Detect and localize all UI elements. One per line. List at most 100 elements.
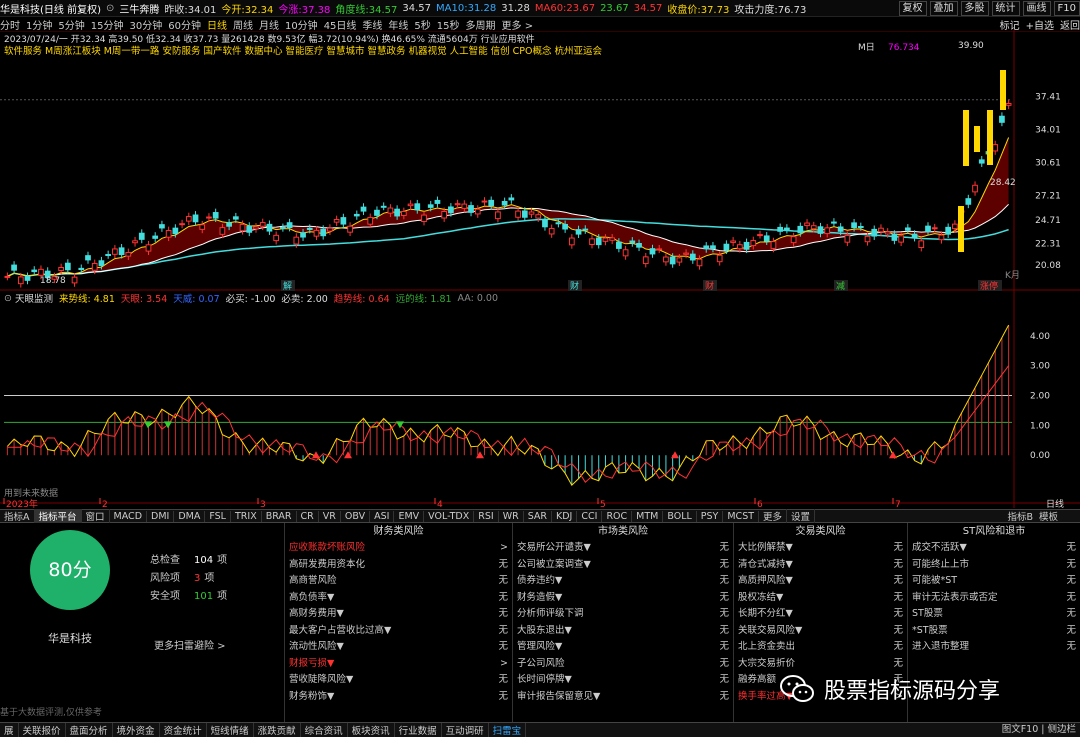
candle-body <box>898 235 904 243</box>
risk-item[interactable]: 公司被立案调查▼ 无 <box>513 557 733 574</box>
risk-item[interactable]: 财务粉饰▼ 无 <box>285 689 512 706</box>
status-tab-2[interactable]: 盘面分析 <box>66 723 113 737</box>
risk-item[interactable]: 子公司风险 无 <box>513 656 733 673</box>
indicator-tab-13[interactable]: EMV <box>394 510 425 522</box>
status-tab-11[interactable]: 扫雷宝 <box>489 723 527 737</box>
indicator-tab-21[interactable]: MTM <box>632 510 664 522</box>
status-tab-4[interactable]: 资金统计 <box>160 723 207 737</box>
status-tab-9[interactable]: 行业数据 <box>395 723 442 737</box>
risk-item-value: 无 <box>719 608 729 619</box>
risk-item[interactable]: 可能终止上市 无 <box>908 557 1080 574</box>
indicator-b-tab[interactable]: 指标B <box>1007 509 1033 523</box>
indicator-tab-18[interactable]: KDJ <box>552 510 578 522</box>
risk-item[interactable]: 高财务费用▼ 无 <box>285 606 512 623</box>
risk-item[interactable]: 最大客户占营收比过高▼ 无 <box>285 623 512 640</box>
status-tab-1[interactable]: 关联报价 <box>19 723 66 737</box>
risk-item[interactable]: 财务造假▼ 无 <box>513 590 733 607</box>
indicator-tab-16[interactable]: WR <box>499 510 524 522</box>
indicator-tab-9[interactable]: CR <box>297 510 319 522</box>
status-tab-3[interactable]: 境外资金 <box>113 723 160 737</box>
risk-item[interactable]: 进入退市整理 无 <box>908 639 1080 656</box>
risk-item[interactable]: 长时间停牌▼ 无 <box>513 672 733 689</box>
template-tab[interactable]: 模板 <box>1039 509 1058 523</box>
risk-item[interactable]: 交易所公开谴责▼ 无 <box>513 540 733 557</box>
multi-stock-button[interactable]: 多股 <box>960 1 989 16</box>
indicator-tab-12[interactable]: ASI <box>370 510 395 522</box>
status-tab-5[interactable]: 短线情绪 <box>207 723 254 737</box>
risk-item[interactable]: 应收账款坏账风险 > <box>285 540 512 557</box>
risk-item[interactable]: 大比例解禁▼ 无 <box>734 540 907 557</box>
risk-item[interactable]: 高质押风险▼ 无 <box>734 573 907 590</box>
risk-item[interactable]: 营收陡降风险▼ 无 <box>285 672 512 689</box>
candle-body <box>804 222 810 227</box>
help-icon[interactable]: ⊙ <box>106 3 114 14</box>
indicator-tab-0[interactable]: 指标A <box>0 509 35 523</box>
risk-item[interactable]: 审计无法表示或否定 无 <box>908 590 1080 607</box>
risk-item[interactable]: 高商誉风险 无 <box>285 573 512 590</box>
indicator-tab-20[interactable]: ROC <box>602 510 633 522</box>
overlay-button[interactable]: 叠加 <box>929 1 958 16</box>
fuquan-button[interactable]: 复权 <box>898 1 927 16</box>
risk-item[interactable]: 北上资金卖出 无 <box>734 639 907 656</box>
risk-item-name: 营收陡降风险▼ <box>289 674 354 685</box>
event-mark: 涨停 <box>980 280 998 292</box>
risk-item[interactable]: 财报亏损▼ > <box>285 656 512 673</box>
risk-item[interactable]: 股权冻结▼ 无 <box>734 590 907 607</box>
indicator-name[interactable]: 三牛奔腾 <box>119 1 159 16</box>
risk-item[interactable]: 可能被*ST 无 <box>908 573 1080 590</box>
candle-body <box>508 197 515 201</box>
risk-item[interactable]: 高负债率▼ 无 <box>285 590 512 607</box>
risk-item[interactable]: 管理风险▼ 无 <box>513 639 733 656</box>
indicator-tab-1[interactable]: 指标平台 <box>34 509 82 523</box>
candle-body <box>212 212 219 219</box>
status-tab-7[interactable]: 综合资讯 <box>301 723 348 737</box>
risk-item[interactable]: ST股票 无 <box>908 606 1080 623</box>
risk-item[interactable]: 流动性风险▼ 无 <box>285 639 512 656</box>
indicator-tab-7[interactable]: TRIX <box>231 510 262 522</box>
indicator-tab-22[interactable]: BOLL <box>663 510 697 522</box>
candle-body <box>380 205 387 208</box>
candle-body <box>179 223 185 226</box>
indicator-tab-25[interactable]: 更多 <box>759 509 788 523</box>
risk-item[interactable]: 成交不活跃▼ 无 <box>908 540 1080 557</box>
status-right[interactable]: 图文F10 | 侧边栏 <box>1002 722 1076 737</box>
indicator-tab-2[interactable]: 窗口 <box>82 509 110 523</box>
indicator-tab-6[interactable]: FSL <box>205 510 231 522</box>
indicator-tab-8[interactable]: BRAR <box>262 510 297 522</box>
risk-item[interactable]: 分析师评级下调 无 <box>513 606 733 623</box>
risk-item[interactable]: 审计报告保留意见▼ 无 <box>513 689 733 706</box>
indicator-icon[interactable]: ⊙ <box>4 293 12 304</box>
status-tab-0[interactable]: 展 <box>0 723 19 737</box>
status-tab-6[interactable]: 涨跌贡献 <box>254 723 301 737</box>
indicator-tab-14[interactable]: VOL-TDX <box>424 510 475 522</box>
risk-item[interactable]: 长期不分红▼ 无 <box>734 606 907 623</box>
indicator-tab-3[interactable]: MACD <box>110 510 148 522</box>
indicator-tab-24[interactable]: MCST <box>723 510 760 522</box>
draw-line-button[interactable]: 画线 <box>1022 1 1051 16</box>
indicator-tab-17[interactable]: SAR <box>524 510 553 522</box>
more-scan-link[interactable]: 更多扫雷避险 > <box>154 637 226 652</box>
risk-item[interactable]: 高研发费用资本化 无 <box>285 557 512 574</box>
candle-body <box>394 208 400 217</box>
ma-band <box>7 137 1009 277</box>
risk-item[interactable]: 关联交易风险▼ 无 <box>734 623 907 640</box>
indicator-tab-10[interactable]: VR <box>319 510 341 522</box>
status-tab-10[interactable]: 互动调研 <box>442 723 489 737</box>
kline-chart[interactable]: 37.41 34.01 30.61 27.21 24.71 22.31 20.08 4.00 3… <box>0 30 1080 510</box>
risk-item-name: *ST股票 <box>912 624 948 636</box>
f10-button[interactable]: F10 <box>1053 1 1080 16</box>
indicator-tab-19[interactable]: CCI <box>577 510 603 522</box>
risk-item[interactable]: 清仓式减持▼ 无 <box>734 557 907 574</box>
indicator-tab-11[interactable]: OBV <box>341 510 371 522</box>
indicator-tab-4[interactable]: DMI <box>147 510 175 522</box>
indicator-tab-23[interactable]: PSY <box>697 510 724 522</box>
risk-item[interactable]: *ST股票 无 <box>908 623 1080 640</box>
indicator-tab-26[interactable]: 设置 <box>787 509 816 523</box>
risk-item[interactable]: 大股东退出▼ 无 <box>513 623 733 640</box>
stats-button[interactable]: 统计 <box>991 1 1020 16</box>
indicator-tab-15[interactable]: RSI <box>474 510 499 522</box>
risk-item[interactable]: 大宗交易折价 无 <box>734 656 907 673</box>
indicator-tab-5[interactable]: DMA <box>174 510 206 522</box>
status-tab-8[interactable]: 板块资讯 <box>348 723 395 737</box>
risk-item[interactable]: 债券违约▼ 无 <box>513 573 733 590</box>
